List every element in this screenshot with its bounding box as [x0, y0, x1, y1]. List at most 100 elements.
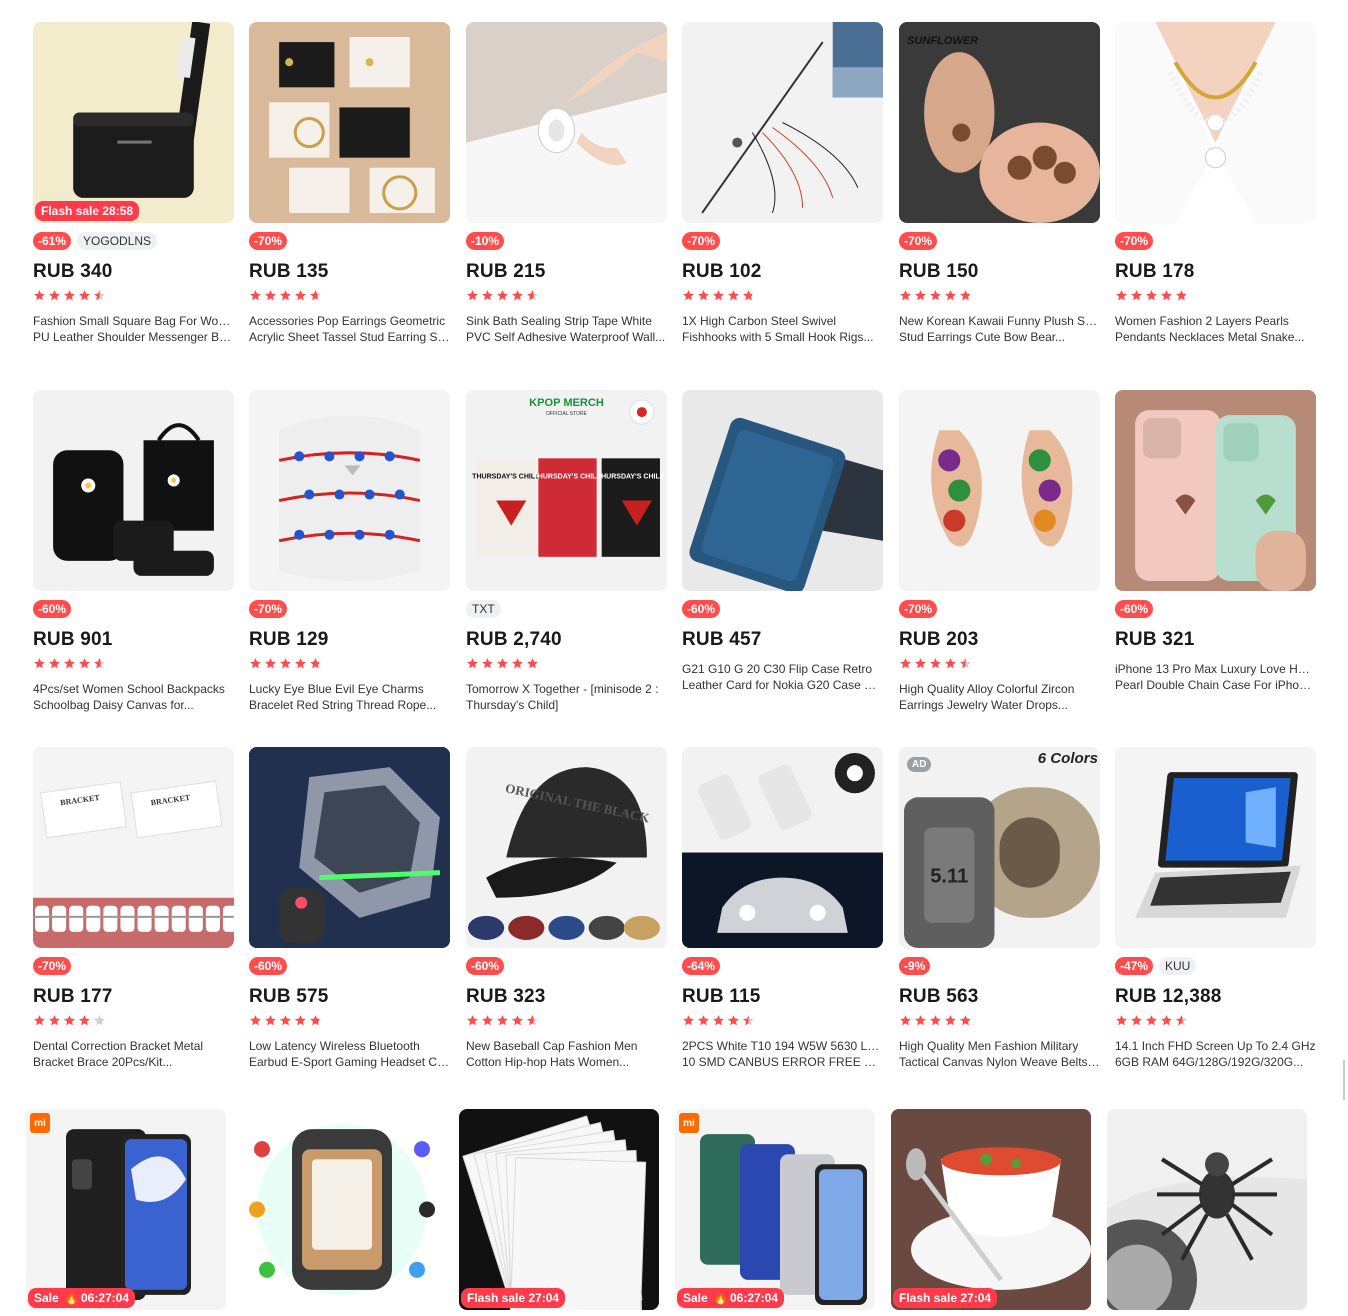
product-card[interactable]: mi Sale 🔥 06:27:04	[675, 1109, 875, 1310]
product-card[interactable]	[1107, 1109, 1307, 1310]
product-card[interactable]: -70% RUB 135 Accessories Pop Earrings Geo…	[249, 22, 450, 345]
star-icon	[930, 658, 941, 669]
discount-badge: -70%	[249, 232, 288, 250]
product-card[interactable]: 5.11 6 Colors AD -9% RUB 563 High Quality M…	[899, 747, 1100, 1070]
product-image[interactable]: BRACKET BRACKET	[33, 747, 234, 948]
product-image[interactable]	[682, 747, 883, 948]
product-title[interactable]: High Quality Men Fashion Military Tactica…	[899, 1038, 1100, 1070]
product-card[interactable]: -70% RUB 102 1X High Carbon Steel Swivel F…	[682, 22, 883, 345]
product-card[interactable]: -60% RUB 575 Low Latency Wireless Bluetoo…	[249, 747, 450, 1070]
product-card[interactable]: Flash sale 28:58 -61% YOGODLNS RUB 340 Fash…	[33, 22, 234, 345]
product-image[interactable]: Flash sale 28:58	[33, 22, 234, 223]
product-title[interactable]: 14.1 Inch FHD Screen Up To 2.4 GHz 6GB RA…	[1115, 1038, 1316, 1070]
product-image[interactable]	[682, 22, 883, 223]
product-image[interactable]	[1115, 390, 1316, 591]
product-image[interactable]	[249, 22, 450, 223]
star-icon	[497, 1015, 508, 1026]
star-icon	[482, 290, 493, 301]
product-photo	[675, 1109, 875, 1310]
star-icon	[34, 658, 45, 669]
product-image[interactable]	[249, 390, 450, 591]
product-card[interactable]: -60% RUB 321 iPhone 13 Pro Max Luxury Love…	[1115, 390, 1316, 693]
product-image[interactable]	[1115, 22, 1316, 223]
product-image[interactable]: KPOP MERCH OFFICIAL STORE THURSDAY'S CHI…	[466, 390, 667, 591]
product-title[interactable]: New Korean Kawaii Funny Plush Small Stud …	[899, 313, 1100, 345]
star-icon	[512, 1015, 523, 1026]
product-title[interactable]: High Quality Alloy Colorful Zircon Earrin…	[899, 681, 1100, 713]
star-icon	[930, 290, 941, 301]
product-image[interactable]	[682, 390, 883, 591]
product-image[interactable]: Flash sale 27:04	[891, 1109, 1091, 1310]
product-image[interactable]	[242, 1109, 442, 1310]
discount-badge: -60%	[682, 600, 721, 618]
product-tags: -9%	[899, 957, 1100, 975]
product-title[interactable]: Tomorrow X Together - [minisode 2 : Thurs…	[466, 681, 667, 713]
product-image[interactable]: Flash sale 27:04	[459, 1109, 659, 1310]
product-title[interactable]: 4Pcs/set Women School Backpacks Schoolbag…	[33, 681, 234, 713]
product-card[interactable]: BRACKET BRACKET -70% RUB 177 Dental Corre…	[33, 747, 234, 1070]
mi-brand-logo: mi	[679, 1113, 699, 1133]
star-icon	[310, 658, 321, 669]
rating-stars	[466, 657, 667, 671]
product-image[interactable]	[1107, 1109, 1307, 1310]
product-title[interactable]: 1X High Carbon Steel Swivel Fishhooks wit…	[682, 313, 883, 345]
product-title[interactable]: New Baseball Cap Fashion Men Cotton Hip-h…	[466, 1038, 667, 1070]
product-card[interactable]: Flash sale 27:04	[891, 1109, 1091, 1310]
product-card[interactable]: -60% RUB 457 G21 G10 G 20 C30 Flip Case Re…	[682, 390, 883, 693]
product-image[interactable]	[899, 390, 1100, 591]
product-title[interactable]: G21 G10 G 20 C30 Flip Case Retro Leather …	[682, 661, 883, 693]
scrollbar[interactable]	[1343, 1060, 1345, 1100]
product-card[interactable]: -47% KUU RUB 12,388 14.1 Inch FHD Screen U…	[1115, 747, 1316, 1070]
product-image[interactable]: 5.11 6 Colors AD	[899, 747, 1100, 948]
star-icon	[79, 658, 90, 669]
flash-sale-badge: Flash sale 28:58	[35, 201, 140, 221]
product-image[interactable]	[1115, 747, 1316, 948]
product-title[interactable]: Lucky Eye Blue Evil Eye Charms Bracelet R…	[249, 681, 450, 713]
product-title[interactable]: Accessories Pop Earrings Geometric Acryli…	[249, 313, 450, 345]
star-icon	[1131, 1015, 1142, 1026]
product-card[interactable]: ORIGINAL THE BLACK -60% RUB 323 New Baseb…	[466, 747, 667, 1070]
rating-stars	[682, 1014, 883, 1028]
product-card[interactable]	[242, 1109, 442, 1310]
product-card[interactable]: mi Sale 🔥 06:27:04	[26, 1109, 226, 1310]
product-image[interactable]	[466, 22, 667, 223]
product-tags: -70%	[33, 957, 234, 975]
product-image[interactable]: ORIGINAL THE BLACK	[466, 747, 667, 948]
product-image[interactable]	[249, 747, 450, 948]
product-image[interactable]	[33, 390, 234, 591]
product-card[interactable]: -70% RUB 203 High Quality Alloy Colorful …	[899, 390, 1100, 713]
ad-badge: AD	[907, 757, 932, 772]
product-tags: -47% KUU	[1115, 957, 1316, 975]
product-card[interactable]: Flash sale 27:04	[459, 1109, 659, 1310]
product-card[interactable]: SUNFLOWER -70% RUB 150 New Korean Kawaii F…	[899, 22, 1100, 345]
product-price: RUB 177	[33, 986, 113, 1007]
star-icon	[280, 658, 291, 669]
star-icon	[915, 658, 926, 669]
star-icon	[728, 1015, 739, 1026]
product-card[interactable]: KPOP MERCH OFFICIAL STORE THURSDAY'S CHI…	[466, 390, 667, 713]
product-title[interactable]: Women Fashion 2 Layers Pearls Pendants Ne…	[1115, 313, 1316, 345]
product-image[interactable]: SUNFLOWER	[899, 22, 1100, 223]
product-title[interactable]: Sink Bath Sealing Strip Tape White PVC Se…	[466, 313, 667, 345]
fire-icon: 🔥	[713, 1291, 728, 1305]
svg-text:THURSDAY'S CHILD: THURSDAY'S CHILD	[472, 473, 540, 480]
product-title[interactable]: iPhone 13 Pro Max Luxury Love Heart Pearl…	[1115, 661, 1316, 693]
svg-text:5.11: 5.11	[930, 866, 968, 888]
product-card[interactable]: -64% RUB 115 2PCS White T10 194 W5W 5630 …	[682, 747, 883, 1070]
product-card[interactable]: -70% RUB 178 Women Fashion 2 Layers Pearl…	[1115, 22, 1316, 345]
star-icon	[310, 290, 321, 301]
product-image[interactable]: mi Sale 🔥 06:27:04	[26, 1109, 226, 1310]
product-card[interactable]: -10% RUB 215 Sink Bath Sealing Strip Tape…	[466, 22, 667, 345]
product-title[interactable]: Low Latency Wireless Bluetooth Earbud E-S…	[249, 1038, 450, 1070]
discount-badge: -10%	[466, 232, 505, 250]
product-card[interactable]: -60% RUB 901 4Pcs/set Women School Backpa…	[33, 390, 234, 713]
product-tags: -61% YOGODLNS	[33, 232, 234, 250]
product-card[interactable]: -70% RUB 129 Lucky Eye Blue Evil Eye Char…	[249, 390, 450, 713]
product-title[interactable]: Fashion Small Square Bag For Women PU Lea…	[33, 313, 234, 345]
product-title[interactable]: Dental Correction Bracket Metal Bracket B…	[33, 1038, 234, 1070]
rating-stars	[33, 657, 234, 671]
product-image[interactable]: mi Sale 🔥 06:27:04	[675, 1109, 875, 1310]
flash-sale-badge: Sale 🔥 06:27:04	[28, 1288, 136, 1308]
star-icon	[1116, 1015, 1127, 1026]
product-title[interactable]: 2PCS White T10 194 W5W 5630 LED 10 SMD CA…	[682, 1038, 883, 1070]
